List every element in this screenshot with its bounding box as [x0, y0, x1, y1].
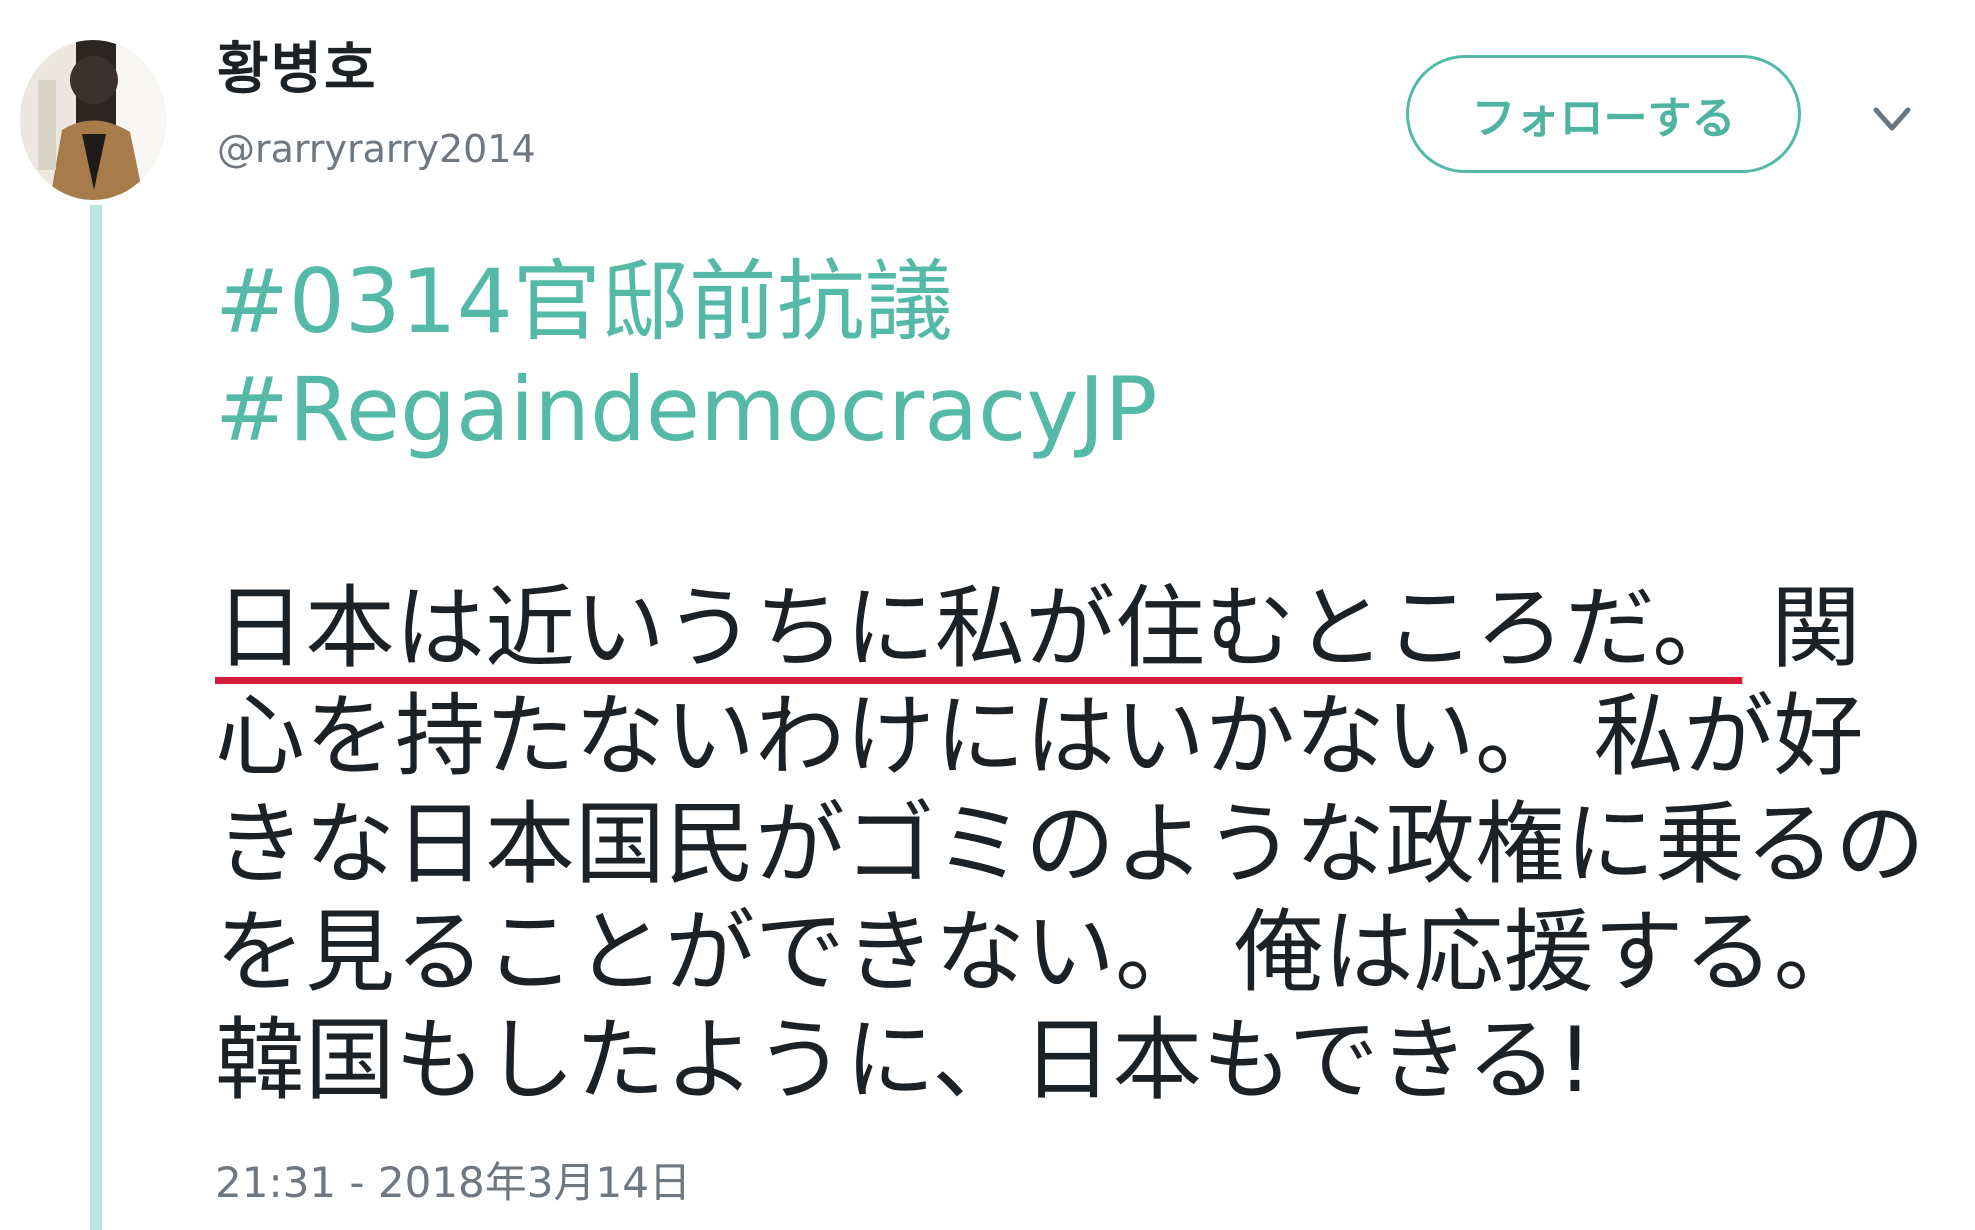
hashtag-link[interactable]: #RegaindemocracyJP — [215, 356, 1158, 464]
follow-button[interactable]: フォローする — [1406, 55, 1801, 173]
hashtag-link[interactable]: #0314官邸前抗議 — [215, 248, 1158, 356]
tweet-timestamp[interactable]: 21:31 - 2018年3月14日 — [215, 1162, 691, 1204]
tweet-text: 日本は近いうちに私が住むところだ。 関心を持たないわけにはいかない。 私が好きな… — [215, 575, 1935, 1115]
user-handle[interactable]: @rarryrarry2014 — [217, 130, 536, 168]
hashtag-list: #0314官邸前抗議 #RegaindemocracyJP — [215, 248, 1158, 464]
avatar[interactable] — [20, 40, 166, 200]
chevron-down-icon[interactable] — [1868, 102, 1916, 138]
avatar-photo — [20, 40, 166, 200]
thread-line — [90, 205, 102, 1230]
display-name[interactable]: 황병호 — [217, 42, 378, 98]
underlined-sentence: 日本は近いうちに私が住むところだ。 — [215, 576, 1743, 681]
